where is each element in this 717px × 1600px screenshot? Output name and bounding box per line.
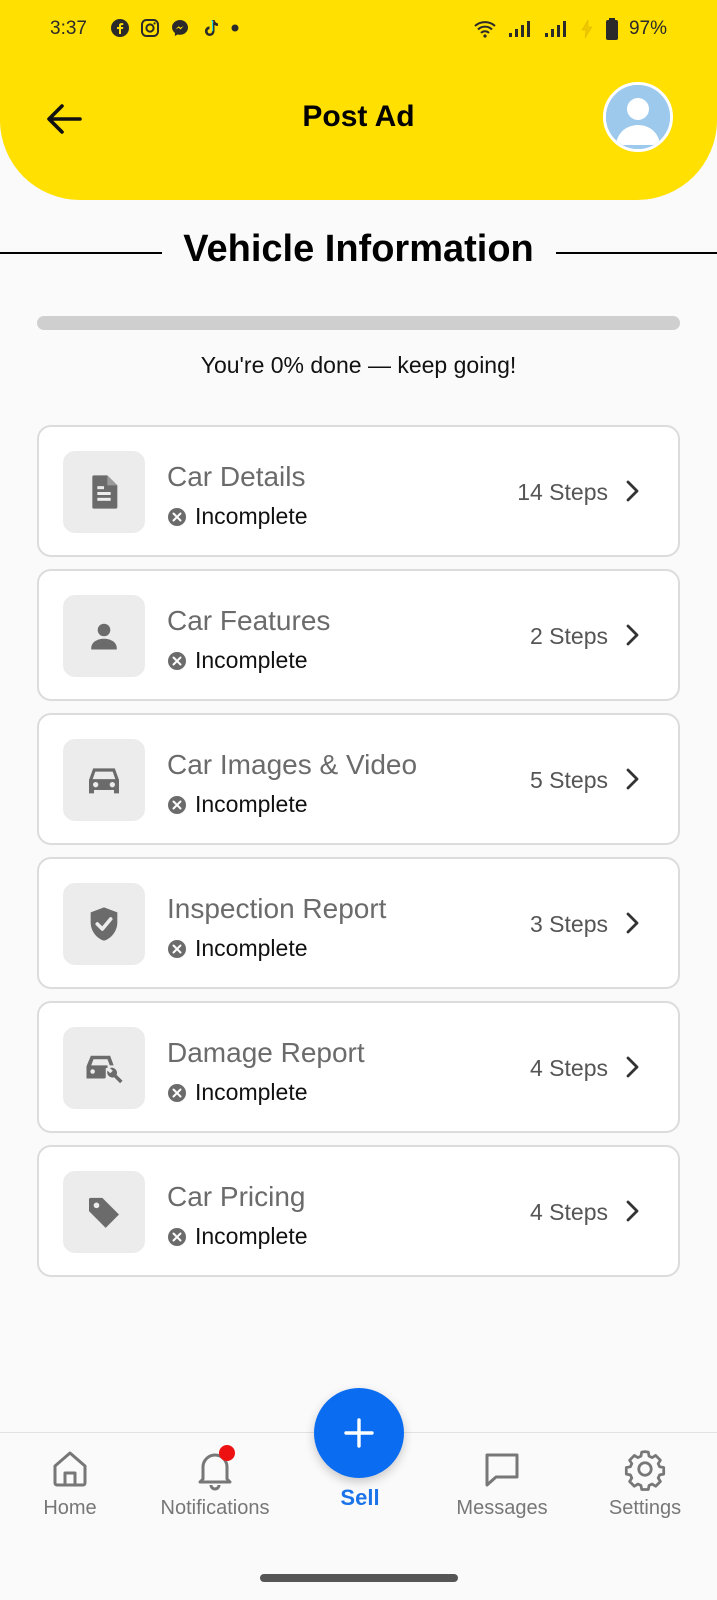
signal-icon (508, 21, 530, 37)
signal-icon (544, 21, 566, 37)
progress-text: You're 0% done — keep going! (200, 352, 517, 378)
card-car-features[interactable]: Car Features Incomplete 2 Steps (37, 569, 680, 701)
avatar[interactable] (603, 82, 673, 152)
status-bar: 3:37 97% (0, 0, 717, 60)
nav-settings[interactable]: Settings (575, 1447, 715, 1520)
status-system-icons: 97% (473, 18, 667, 40)
card-damage-report[interactable]: Damage Report Incomplete 4 Steps (37, 1001, 680, 1133)
card-status-label: Incomplete (195, 503, 308, 529)
card-status: Incomplete (167, 1079, 308, 1106)
chevron-right-icon (626, 1056, 639, 1078)
card-icon-box (63, 595, 145, 677)
card-status-label: Incomplete (195, 935, 308, 961)
battery-percent: 97% (628, 18, 667, 39)
nav-label: Sell (340, 1485, 380, 1510)
notification-badge (219, 1445, 235, 1461)
nav-label: Home (43, 1497, 97, 1519)
header: 3:37 97% Post Ad (0, 0, 717, 200)
shield-check-icon (90, 907, 118, 941)
home-indicator[interactable] (260, 1574, 458, 1582)
gear-icon (624, 1450, 666, 1491)
x-circle-icon (168, 651, 186, 670)
divider-line (556, 252, 717, 254)
wifi-icon (474, 21, 496, 38)
card-icon-box (63, 883, 145, 965)
x-circle-icon (168, 1227, 186, 1246)
instagram-icon (141, 19, 159, 37)
battery-icon (605, 18, 618, 40)
nav-notifications[interactable]: Notifications (145, 1445, 285, 1520)
card-inspection-report[interactable]: Inspection Report Incomplete 3 Steps (37, 857, 680, 989)
card-icon-box (63, 739, 145, 821)
card-icon-box (63, 451, 145, 533)
dot-icon (231, 24, 239, 32)
card-steps: 5 Steps (530, 767, 608, 793)
sell-fab-button[interactable] (314, 1388, 404, 1478)
card-steps: 4 Steps (530, 1199, 608, 1225)
chevron-right-icon (626, 768, 639, 790)
card-steps: 3 Steps (530, 911, 608, 937)
card-title: Car Images & Video (167, 749, 418, 780)
card-status: Incomplete (167, 647, 308, 674)
card-status: Incomplete (167, 791, 308, 818)
status-app-icons (110, 18, 240, 38)
document-icon (92, 475, 118, 509)
home-icon (53, 1451, 87, 1487)
user-avatar-icon (606, 85, 670, 149)
card-steps: 14 Steps (517, 479, 608, 505)
card-title: Car Pricing (167, 1181, 306, 1212)
chevron-right-icon (626, 912, 639, 934)
chevron-right-icon (626, 624, 639, 646)
card-title: Inspection Report (167, 893, 387, 924)
nav-sell[interactable]: Sell (290, 1479, 430, 1511)
section-title: Vehicle Information (183, 228, 534, 270)
section-heading: Vehicle Information (0, 228, 717, 280)
card-icon-box (63, 1027, 145, 1109)
nav-label: Settings (608, 1497, 682, 1519)
card-steps: 4 Steps (530, 1055, 608, 1081)
facebook-icon (111, 19, 129, 37)
tiktok-icon (204, 20, 218, 36)
chevron-right-icon (626, 1200, 639, 1222)
card-title: Car Details (167, 461, 306, 492)
charging-icon (581, 19, 593, 39)
progress-bar (37, 316, 680, 330)
nav-home[interactable]: Home (0, 1447, 140, 1520)
plus-icon (344, 1418, 374, 1448)
x-circle-icon (168, 507, 186, 526)
car-icon (89, 768, 119, 794)
person-icon (91, 623, 117, 650)
card-status: Incomplete (167, 935, 308, 962)
chat-icon (485, 1453, 519, 1487)
nav-label: Messages (456, 1497, 548, 1519)
card-steps: 2 Steps (530, 623, 608, 649)
card-status-label: Incomplete (195, 791, 308, 817)
card-status-label: Incomplete (195, 1223, 308, 1249)
tag-icon (89, 1197, 119, 1228)
card-car-pricing[interactable]: Car Pricing Incomplete 4 Steps (37, 1145, 680, 1277)
card-status: Incomplete (167, 503, 308, 530)
card-status: Incomplete (167, 1223, 308, 1250)
x-circle-icon (168, 795, 186, 814)
x-circle-icon (168, 939, 186, 958)
chevron-right-icon (626, 480, 639, 502)
card-title: Car Features (167, 605, 331, 636)
section-card-list: Car Details Incomplete 14 Steps Car Feat… (37, 425, 680, 1289)
card-car-details[interactable]: Car Details Incomplete 14 Steps (37, 425, 680, 557)
nav-messages[interactable]: Messages (432, 1447, 572, 1520)
nav-label: Notifications (160, 1497, 270, 1519)
card-icon-box (63, 1171, 145, 1253)
status-time: 3:37 (50, 18, 87, 39)
card-car-images-video[interactable]: Car Images & Video Incomplete 5 Steps (37, 713, 680, 845)
messenger-icon (172, 20, 188, 36)
card-status-label: Incomplete (195, 1079, 308, 1105)
card-status-label: Incomplete (195, 647, 308, 673)
car-wrench-icon (86, 1055, 123, 1084)
x-circle-icon (168, 1083, 186, 1102)
card-title: Damage Report (167, 1037, 365, 1068)
